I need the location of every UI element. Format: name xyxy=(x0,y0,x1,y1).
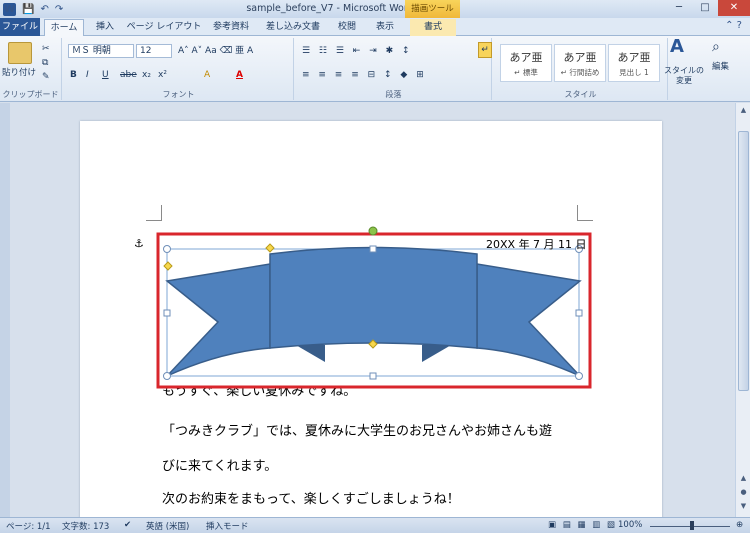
tab-review[interactable]: 校閲 xyxy=(330,19,364,36)
style-normal-sample: あア亜 xyxy=(509,51,543,64)
paste-icon[interactable] xyxy=(8,42,32,64)
zoom-in-icon[interactable]: ⊕ xyxy=(736,520,743,530)
body-line-3[interactable]: びに来てくれます。 xyxy=(162,455,277,474)
italic-button[interactable]: I xyxy=(86,68,89,82)
paste-button[interactable]: 貼り付け xyxy=(2,66,36,80)
change-styles-icon[interactable]: A xyxy=(670,38,684,56)
tab-file[interactable]: ファイル xyxy=(0,18,40,36)
font-name-dropdown[interactable]: ＭＳ 明朝 xyxy=(68,44,134,58)
tab-page-layout[interactable]: ページ レイアウト xyxy=(126,19,202,36)
paragraph-group-label: 段落 xyxy=(385,90,402,99)
proofing-icon[interactable]: ✔ xyxy=(124,520,131,530)
clipboard-group: 貼り付け ✂ ⧉ ✎ クリップボード xyxy=(0,38,62,100)
scroll-up-icon[interactable]: ▲ xyxy=(738,105,749,116)
tab-insert[interactable]: 挿入 xyxy=(88,19,122,36)
font-group: ＭＳ 明朝 12 A˄ A˅ Aa ⌫ 亜 A B I U abe x₂ x² … xyxy=(64,38,294,100)
font-group-label: フォント xyxy=(162,90,195,99)
vertical-scrollbar[interactable]: ▲ ▲ ● ▼ xyxy=(735,103,750,517)
zoom-level[interactable]: 100% xyxy=(618,520,642,530)
styles-group-label: スタイル xyxy=(564,90,597,99)
style-normal-name: ↵ 標準 xyxy=(514,68,538,77)
status-bar: ページ: 1/1 文字数: 173 ✔ 英語 (米国) 挿入モード ▣ ▤ ▦ … xyxy=(0,517,750,533)
zoom-slider-thumb[interactable] xyxy=(690,521,694,530)
crop-mark-top-right xyxy=(577,205,593,221)
scroll-thumb[interactable] xyxy=(738,131,749,391)
find-icon[interactable]: ⌕ xyxy=(712,40,720,54)
scroll-up-page-icon[interactable]: ▲ xyxy=(738,473,749,484)
scroll-down-icon[interactable]: ▼ xyxy=(738,501,749,512)
font-size-dropdown[interactable]: 12 xyxy=(136,44,172,58)
strikethrough-button[interactable]: abe xyxy=(120,68,137,82)
vertical-ruler xyxy=(0,103,10,517)
title-bar: W 💾 ↶ ↷ sample_before_V7 - Microsoft Wor… xyxy=(0,0,750,18)
body-line-4[interactable]: 次のお約束をまもって、楽しくすごしましょうね！ xyxy=(162,488,460,507)
minimize-button[interactable]: ─ xyxy=(666,0,692,16)
tab-home[interactable]: ホーム xyxy=(44,19,84,37)
paragraph-group: ☰ ☷ ☰ ⇤ ⇥ ✱ ↕ ↵ ≡ ≡ ≡ ≡ ⊟ ↕ ◆ ⊞ 段落 xyxy=(296,38,492,100)
tab-mailings[interactable]: 差し込み文書 xyxy=(260,19,326,36)
close-button[interactable]: ✕ xyxy=(718,0,750,16)
align-buttons-icon[interactable]: ≡ ≡ ≡ ≡ ⊟ ↕ ◆ ⊞ xyxy=(302,68,427,82)
tab-view[interactable]: 表示 xyxy=(368,19,402,36)
show-formatting-icon[interactable]: ↵ xyxy=(478,42,492,58)
underline-button[interactable]: U xyxy=(102,68,109,82)
font-color-button[interactable]: A xyxy=(236,68,243,82)
style-no-spacing[interactable]: あア亜 ↵ 行間詰め xyxy=(554,44,606,82)
browse-object-icon[interactable]: ● xyxy=(738,487,749,498)
insert-mode[interactable]: 挿入モード xyxy=(206,520,249,532)
style-no-spacing-name: ↵ 行間詰め xyxy=(560,68,600,77)
maximize-button[interactable]: □ xyxy=(692,0,718,16)
change-styles-button[interactable]: スタイルの変更 xyxy=(664,66,704,86)
copy-icon[interactable]: ⧉ xyxy=(42,56,48,70)
style-heading1-sample: あア亜 xyxy=(617,51,651,64)
subscript-button[interactable]: x₂ xyxy=(142,68,151,82)
superscript-button[interactable]: x² xyxy=(158,68,167,82)
clipboard-group-label: クリップボード xyxy=(2,90,59,99)
cut-icon[interactable]: ✂ xyxy=(42,42,50,56)
view-buttons-icon[interactable]: ▣ ▤ ▦ ▥ ▧ xyxy=(548,520,617,530)
date-line[interactable]: 20XX 年 7 月 11 日 xyxy=(486,236,587,252)
style-heading1-name: 見出し 1 xyxy=(619,68,649,77)
highlight-button[interactable]: A xyxy=(204,68,210,82)
anchor-icon: ⚓ xyxy=(134,237,144,250)
window-title: sample_before_V7 - Microsoft Word xyxy=(246,3,414,14)
ribbon: 貼り付け ✂ ⧉ ✎ クリップボード ＭＳ 明朝 12 A˄ A˅ Aa ⌫ 亜… xyxy=(0,36,750,102)
style-heading1[interactable]: あア亜 見出し 1 xyxy=(608,44,660,82)
bold-button[interactable]: B xyxy=(70,68,77,82)
drawing-tools-context-label: 描画ツール xyxy=(405,0,460,18)
editing-button[interactable]: 編集 xyxy=(712,60,729,74)
format-painter-icon[interactable]: ✎ xyxy=(42,70,50,84)
tab-format[interactable]: 書式 xyxy=(410,19,456,36)
language[interactable]: 英語 (米国) xyxy=(146,520,189,532)
style-no-spacing-sample: あア亜 xyxy=(563,51,597,64)
body-line-1[interactable]: もうすぐ、楽しい夏休みですね。 xyxy=(162,380,356,399)
list-buttons-icon[interactable]: ☰ ☷ ☰ ⇤ ⇥ ✱ ↕ xyxy=(302,44,413,58)
ribbon-tabs: ファイル ホーム 挿入 ページ レイアウト 参考資料 差し込み文書 校閲 表示 … xyxy=(0,18,750,37)
page-count[interactable]: ページ: 1/1 xyxy=(6,520,51,532)
help-icon[interactable]: ⌃ ? xyxy=(725,20,742,31)
tab-references[interactable]: 参考資料 xyxy=(206,19,256,36)
style-normal[interactable]: あア亜 ↵ 標準 xyxy=(500,44,552,82)
word-count[interactable]: 文字数: 173 xyxy=(62,520,109,532)
crop-mark-top-left xyxy=(146,205,162,221)
grow-font-icon[interactable]: A˄ A˅ Aa ⌫ 亜 A xyxy=(178,44,253,58)
body-line-2[interactable]: 「つみきクラブ」では、夏休みに大学生のお兄さんやお姉さんも遊 xyxy=(162,420,552,439)
styles-group: あア亜 ↵ 標準 あア亜 ↵ 行間詰め あア亜 見出し 1 スタイル xyxy=(494,38,668,100)
